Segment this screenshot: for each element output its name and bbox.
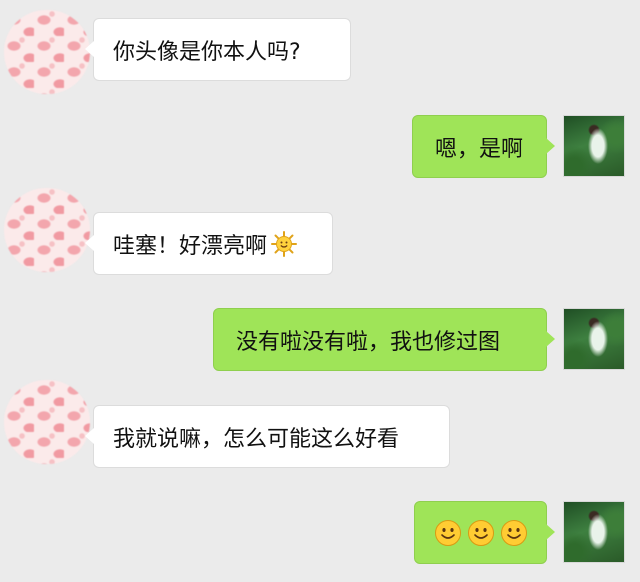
outgoing-message-bubble[interactable]: 嗯，是啊	[412, 115, 555, 178]
message-text: 没有啦没有啦，我也修过图	[236, 329, 501, 355]
self-avatar[interactable]	[563, 115, 625, 177]
incoming-message-bubble[interactable]: 你头像是你本人吗?	[85, 18, 351, 81]
message-text: 你头像是你本人吗?	[113, 39, 301, 65]
self-avatar[interactable]	[563, 501, 625, 563]
sun-emoji-icon	[271, 230, 298, 257]
chat-conversation: 你头像是你本人吗? 嗯，是啊 哇塞！好漂亮啊 没有啦没有啦，我也修过图 我就说嘛…	[0, 0, 640, 582]
incoming-message-bubble[interactable]: 我就说嘛，怎么可能这么好看	[85, 405, 450, 468]
contact-avatar[interactable]	[4, 380, 90, 464]
message-text: 我就说嘛，怎么可能这么好看	[113, 426, 400, 452]
incoming-message-bubble[interactable]: 哇塞！好漂亮啊	[85, 212, 333, 275]
smiley-emoji-icon	[501, 519, 527, 546]
smiley-emoji-icon	[468, 519, 494, 546]
smiley-emoji-icon	[435, 519, 461, 546]
contact-avatar[interactable]	[4, 188, 90, 272]
outgoing-message-bubble[interactable]	[414, 501, 555, 564]
outgoing-message-bubble[interactable]: 没有啦没有啦，我也修过图	[213, 308, 555, 371]
self-avatar[interactable]	[563, 308, 625, 370]
message-text: 哇塞！好漂亮啊	[113, 233, 268, 259]
contact-avatar[interactable]	[4, 10, 90, 94]
message-text: 嗯，是啊	[435, 136, 524, 162]
